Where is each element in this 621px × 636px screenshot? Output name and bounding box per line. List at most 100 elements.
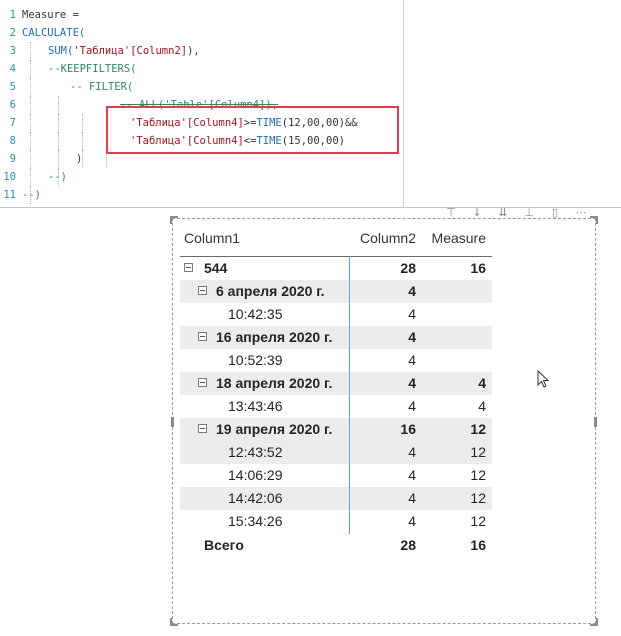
cell-measure: 4	[478, 398, 486, 414]
highlight-annotation-box	[106, 106, 399, 154]
code-text: --KEEPFILTERS(	[48, 60, 137, 78]
matrix-group-row: 6 апреля 2020 г. 4	[180, 280, 492, 303]
collapse-toggle-icon[interactable]	[184, 263, 193, 272]
header-column1[interactable]: Column1	[184, 230, 240, 246]
code-token: SUM(	[48, 45, 74, 57]
resize-corner-bottom-right[interactable]	[590, 618, 598, 626]
matrix-detail-row: 13:43:46 4 4	[180, 395, 492, 418]
total-label: Всего	[204, 537, 244, 553]
code-text: Measure =	[22, 6, 79, 24]
more-options-icon[interactable]: ⋯	[573, 207, 589, 219]
line-number: 1	[9, 9, 16, 21]
code-token: )	[76, 153, 83, 165]
resize-handle-right[interactable]	[594, 417, 597, 427]
code-token: -- FILTER(	[70, 81, 134, 93]
row-label: 10:42:35	[228, 306, 283, 322]
cell-measure: 12	[470, 421, 486, 437]
row-label: 14:42:06	[228, 490, 283, 506]
indent-guide	[30, 132, 31, 150]
indent-guide	[58, 132, 59, 150]
row-header-separator	[349, 256, 350, 534]
cell-column2: 4	[408, 398, 416, 414]
matrix-header-row: Column1 Column2 Measure	[180, 224, 492, 257]
cell-column2: 4	[408, 444, 416, 460]
row-label: 14:06:29	[228, 467, 283, 483]
total-row: Всего 28 16	[180, 534, 492, 557]
resize-handle-left[interactable]	[171, 417, 174, 427]
row-label: 10:52:39	[228, 352, 283, 368]
row-label: 12:43:52	[228, 444, 283, 460]
cell-measure: 4	[478, 375, 486, 391]
visual-header-toolbar: ⊤ ↓ ⇊ ⊥ ▯ ⋯	[443, 207, 589, 219]
resize-corner-top-right[interactable]	[590, 216, 598, 224]
collapse-toggle-icon[interactable]	[198, 424, 207, 433]
matrix-detail-row: 15:34:26 4 12	[180, 510, 492, 533]
header-column2[interactable]: Column2	[360, 230, 416, 246]
resize-corner-bottom-left[interactable]	[170, 618, 178, 626]
row-label: 544	[204, 260, 228, 276]
matrix-group-row: 18 апреля 2020 г. 4 4	[180, 372, 492, 395]
collapse-toggle-icon[interactable]	[198, 378, 207, 387]
cell-measure: 12	[470, 513, 486, 529]
indent-guide	[82, 132, 83, 150]
line-number: 8	[9, 135, 16, 147]
expand-all-icon[interactable]: ⇊	[495, 207, 511, 219]
matrix-detail-row: 10:52:39 4	[180, 349, 492, 372]
indent-guide	[30, 78, 31, 96]
indent-guide	[30, 114, 31, 132]
code-text: )	[76, 150, 82, 168]
line-number: 11	[3, 189, 16, 201]
expand-next-icon[interactable]: ⊥	[521, 207, 537, 219]
matrix-group-row: 544 28 16	[180, 257, 492, 280]
code-text: SUM('Таблица'[Column2]),	[48, 42, 200, 60]
row-label: 16 апреля 2020 г.	[216, 329, 333, 345]
cell-column2: 4	[408, 283, 416, 299]
line-number: 9	[9, 153, 16, 165]
matrix-detail-row: 12:43:52 4 12	[180, 441, 492, 464]
cell-column2: 4	[408, 467, 416, 483]
code-token: CALCULATE(	[22, 27, 86, 39]
cell-column2: 4	[408, 329, 416, 345]
code-token: --)	[48, 171, 67, 183]
row-label: 15:34:26	[228, 513, 283, 529]
indent-guide	[82, 114, 83, 132]
code-token: 'Таблица'[Column2]	[73, 45, 188, 57]
focus-icon[interactable]: ▯	[547, 207, 563, 219]
cell-column2: 4	[408, 490, 416, 506]
code-token: ),	[187, 45, 200, 57]
code-text: -- FILTER(	[70, 78, 133, 96]
code-token: Measure =	[22, 9, 79, 21]
indent-guide	[30, 60, 31, 78]
code-token: --)	[22, 189, 41, 201]
matrix-body: 544 28 16 6 апреля 2020 г. 4 10:42:35 4 16 апре…	[180, 257, 492, 533]
cell-column2: 4	[408, 375, 416, 391]
indent-guide	[30, 42, 31, 60]
indent-guide	[58, 114, 59, 132]
resize-corner-top-left[interactable]	[170, 216, 178, 224]
collapse-toggle-icon[interactable]	[198, 332, 207, 341]
row-label: 13:43:46	[228, 398, 283, 414]
line-number: 3	[9, 45, 16, 57]
matrix-detail-row: 10:42:35 4	[180, 303, 492, 326]
total-column2: 28	[400, 537, 416, 553]
line-number: 4	[9, 63, 16, 75]
cell-measure: 12	[470, 467, 486, 483]
dax-formula-editor[interactable]: 1 Measure = 2 CALCULATE( 3 SUM('Таблица'[Colu…	[0, 0, 621, 208]
indent-guide	[30, 150, 31, 168]
mouse-cursor-icon	[537, 370, 549, 388]
matrix-group-row: 16 апреля 2020 г. 4	[180, 326, 492, 349]
editor-margin-line	[403, 0, 404, 207]
header-measure[interactable]: Measure	[432, 230, 486, 246]
matrix-detail-row: 14:06:29 4 12	[180, 464, 492, 487]
line-number: 2	[9, 27, 16, 39]
matrix-group-row: 19 апреля 2020 г. 16 12	[180, 418, 492, 441]
line-number: 7	[9, 117, 16, 129]
pin-icon[interactable]: ⊤	[443, 207, 459, 219]
matrix-table: Column1 Column2 Measure 544 28 16 6 апреля …	[180, 224, 492, 557]
collapse-toggle-icon[interactable]	[198, 286, 207, 295]
total-measure: 16	[470, 537, 486, 553]
cell-measure: 12	[470, 444, 486, 460]
indent-guide	[30, 168, 31, 186]
drill-down-icon[interactable]: ↓	[469, 207, 485, 219]
code-text: --)	[22, 186, 41, 204]
